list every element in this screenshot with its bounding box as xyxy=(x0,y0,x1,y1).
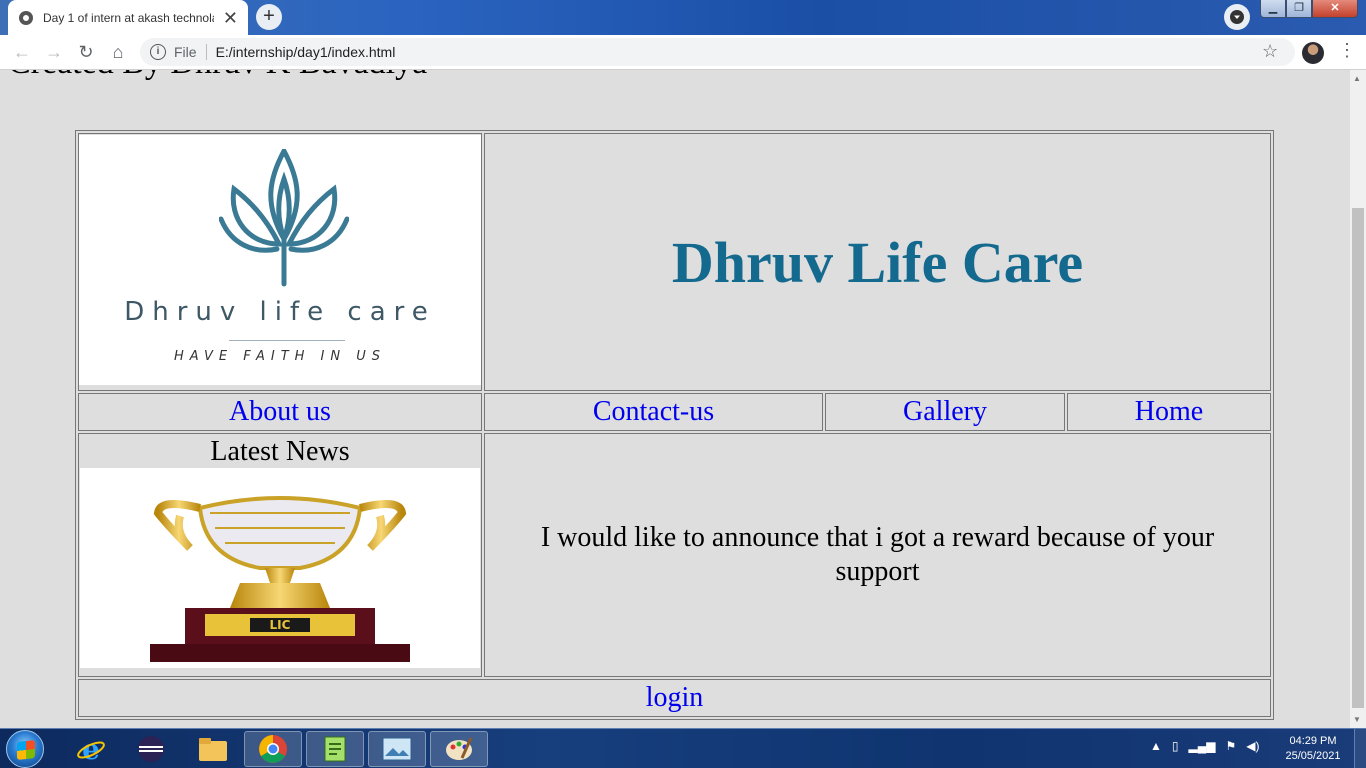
scrollbar-thumb[interactable] xyxy=(1352,208,1364,708)
taskbar-clock[interactable]: 04:29 PM 25/05/2021 xyxy=(1278,734,1348,764)
show-hidden-icons-icon[interactable]: ▲ xyxy=(1150,739,1162,753)
announcement-cell: I would like to announce that i got a re… xyxy=(484,433,1271,677)
bookmark-star-icon[interactable]: ☆ xyxy=(1262,41,1278,62)
close-window-button[interactable]: ✕ xyxy=(1312,0,1358,18)
home-button[interactable]: ⌂ xyxy=(106,41,130,65)
svg-text:e: e xyxy=(82,734,100,764)
address-url[interactable]: E:/internship/day1/index.html xyxy=(216,44,396,60)
taskbar-internet-explorer[interactable]: e xyxy=(62,731,120,767)
paint-palette-icon xyxy=(446,737,473,760)
taskbar-file-explorer[interactable] xyxy=(184,731,242,767)
latest-news-cell: Latest News DIMONDIATE TROPHY - 2014 LIC xyxy=(78,433,482,677)
nav-link-gallery[interactable]: Gallery xyxy=(903,396,987,427)
login-cell: login xyxy=(78,679,1271,717)
taskbar-notepad-plus-plus[interactable] xyxy=(306,731,364,767)
clock-time: 04:29 PM xyxy=(1289,735,1337,747)
start-button[interactable] xyxy=(6,730,44,768)
page-viewport: Created By Dhruv K Bavadiya xyxy=(0,70,1350,728)
internet-explorer-icon: e xyxy=(77,734,105,764)
tab-search-button[interactable] xyxy=(1224,4,1250,30)
trophy-icon: DIMONDIATE TROPHY - 2014 LIC xyxy=(150,496,410,662)
browser-toolbar: ← → ↻ ⌂ i File E:/internship/day1/index.… xyxy=(0,35,1366,70)
address-scheme: File xyxy=(174,44,197,60)
page-scrollbar[interactable]: ▲ ▼ xyxy=(1350,70,1366,728)
logo-divider xyxy=(229,340,345,341)
nav-cell-about: About us xyxy=(78,393,482,431)
lotus-logo-icon xyxy=(219,149,349,287)
system-tray: ▲ ▯ ▂▄▆ ⚑ ◀) xyxy=(1150,739,1259,753)
action-center-flag-icon[interactable]: ⚑ xyxy=(1225,739,1236,753)
clock-date: 25/05/2021 xyxy=(1285,750,1341,762)
signal-icon[interactable]: ▂▄▆ xyxy=(1189,739,1216,753)
taskbar-paint[interactable] xyxy=(430,731,488,767)
nav-cell-contact: Contact-us xyxy=(484,393,823,431)
announcement-text: I would like to announce that i got a re… xyxy=(540,522,1215,587)
credit-heading: Created By Dhruv K Bavadiya xyxy=(8,70,427,82)
tab-title: Day 1 of intern at akash technola xyxy=(43,10,214,25)
brand-cell: Dhruv Life Care xyxy=(484,133,1271,391)
minimize-button[interactable]: ▁ xyxy=(1260,0,1286,18)
address-separator xyxy=(205,44,207,60)
layout-table: Dhruv life care HAVE FAITH IN US Dhruv L… xyxy=(75,130,1274,720)
chevron-down-icon xyxy=(1230,10,1244,24)
forward-button[interactable]: → xyxy=(42,41,66,65)
browser-menu-icon[interactable]: ⋮ xyxy=(1338,40,1356,61)
battery-icon[interactable]: ▯ xyxy=(1172,739,1179,753)
trophy-image: DIMONDIATE TROPHY - 2014 LIC xyxy=(80,468,480,668)
brand-title: Dhruv Life Care xyxy=(671,229,1084,295)
address-bar[interactable]: i File E:/internship/day1/index.html xyxy=(140,38,1295,66)
back-button[interactable]: ← xyxy=(10,41,34,65)
nav-link-home[interactable]: Home xyxy=(1135,396,1203,427)
nav-link-contact-us[interactable]: Contact-us xyxy=(593,396,714,427)
taskbar-photo-viewer[interactable] xyxy=(368,731,426,767)
windows-logo-icon xyxy=(17,740,35,760)
notepad-icon xyxy=(324,736,346,762)
maximize-button[interactable]: ❐ xyxy=(1286,0,1312,18)
site-info-icon[interactable]: i xyxy=(150,44,166,60)
browser-tab[interactable]: Day 1 of intern at akash technola ✕ xyxy=(8,0,248,35)
scroll-up-arrow-icon[interactable]: ▲ xyxy=(1353,74,1361,83)
browser-tab-strip: Day 1 of intern at akash technola ✕ + ▁ … xyxy=(0,0,1366,35)
window-controls: ▁ ❐ ✕ xyxy=(1260,0,1358,18)
logo-tagline: HAVE FAITH IN US xyxy=(173,349,386,364)
reload-button[interactable]: ↻ xyxy=(74,41,98,65)
windows-taskbar: e ▲ ▯ ▂▄▆ ⚑ ◀) 04:29 PM 25/05/2021 xyxy=(0,728,1366,768)
logo-cell: Dhruv life care HAVE FAITH IN US xyxy=(78,133,482,391)
nav-link-about-us[interactable]: About us xyxy=(229,396,331,427)
nav-cell-gallery: Gallery xyxy=(825,393,1065,431)
nav-cell-home: Home xyxy=(1067,393,1271,431)
logo-name: Dhruv life care xyxy=(124,297,436,327)
folder-icon xyxy=(199,738,227,761)
volume-icon[interactable]: ◀) xyxy=(1246,739,1259,753)
photo-viewer-icon xyxy=(382,737,412,761)
new-tab-button[interactable]: + xyxy=(256,4,282,30)
scroll-down-arrow-icon[interactable]: ▼ xyxy=(1353,715,1361,724)
chrome-icon xyxy=(259,735,287,763)
profile-avatar[interactable] xyxy=(1302,42,1324,64)
login-link[interactable]: login xyxy=(646,682,704,713)
latest-news-title: Latest News xyxy=(210,436,350,467)
globe-icon xyxy=(19,10,33,25)
trophy-banner-text: DIMONDIATE TROPHY - 2014 xyxy=(244,609,315,615)
trophy-label-text: LIC xyxy=(270,618,291,632)
eclipse-icon xyxy=(138,736,164,762)
show-desktop-button[interactable] xyxy=(1354,729,1366,768)
taskbar-chrome[interactable] xyxy=(244,731,302,767)
close-tab-icon[interactable]: ✕ xyxy=(223,9,238,27)
logo-image: Dhruv life care HAVE FAITH IN US xyxy=(79,135,481,385)
taskbar-eclipse[interactable] xyxy=(122,731,180,767)
